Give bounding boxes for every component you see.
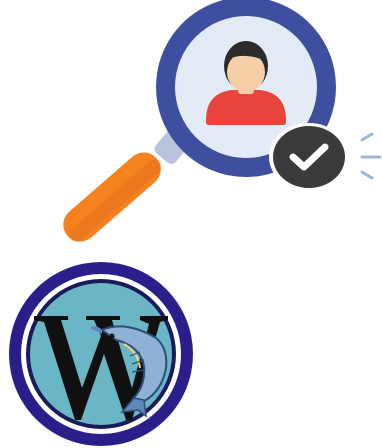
magnifier-handle bbox=[63, 152, 162, 242]
wordpress-fish-logo bbox=[9, 262, 193, 446]
sparkle-icon bbox=[360, 132, 382, 180]
check-badge-icon bbox=[269, 123, 349, 191]
user-search-verified-icon bbox=[63, 0, 382, 242]
